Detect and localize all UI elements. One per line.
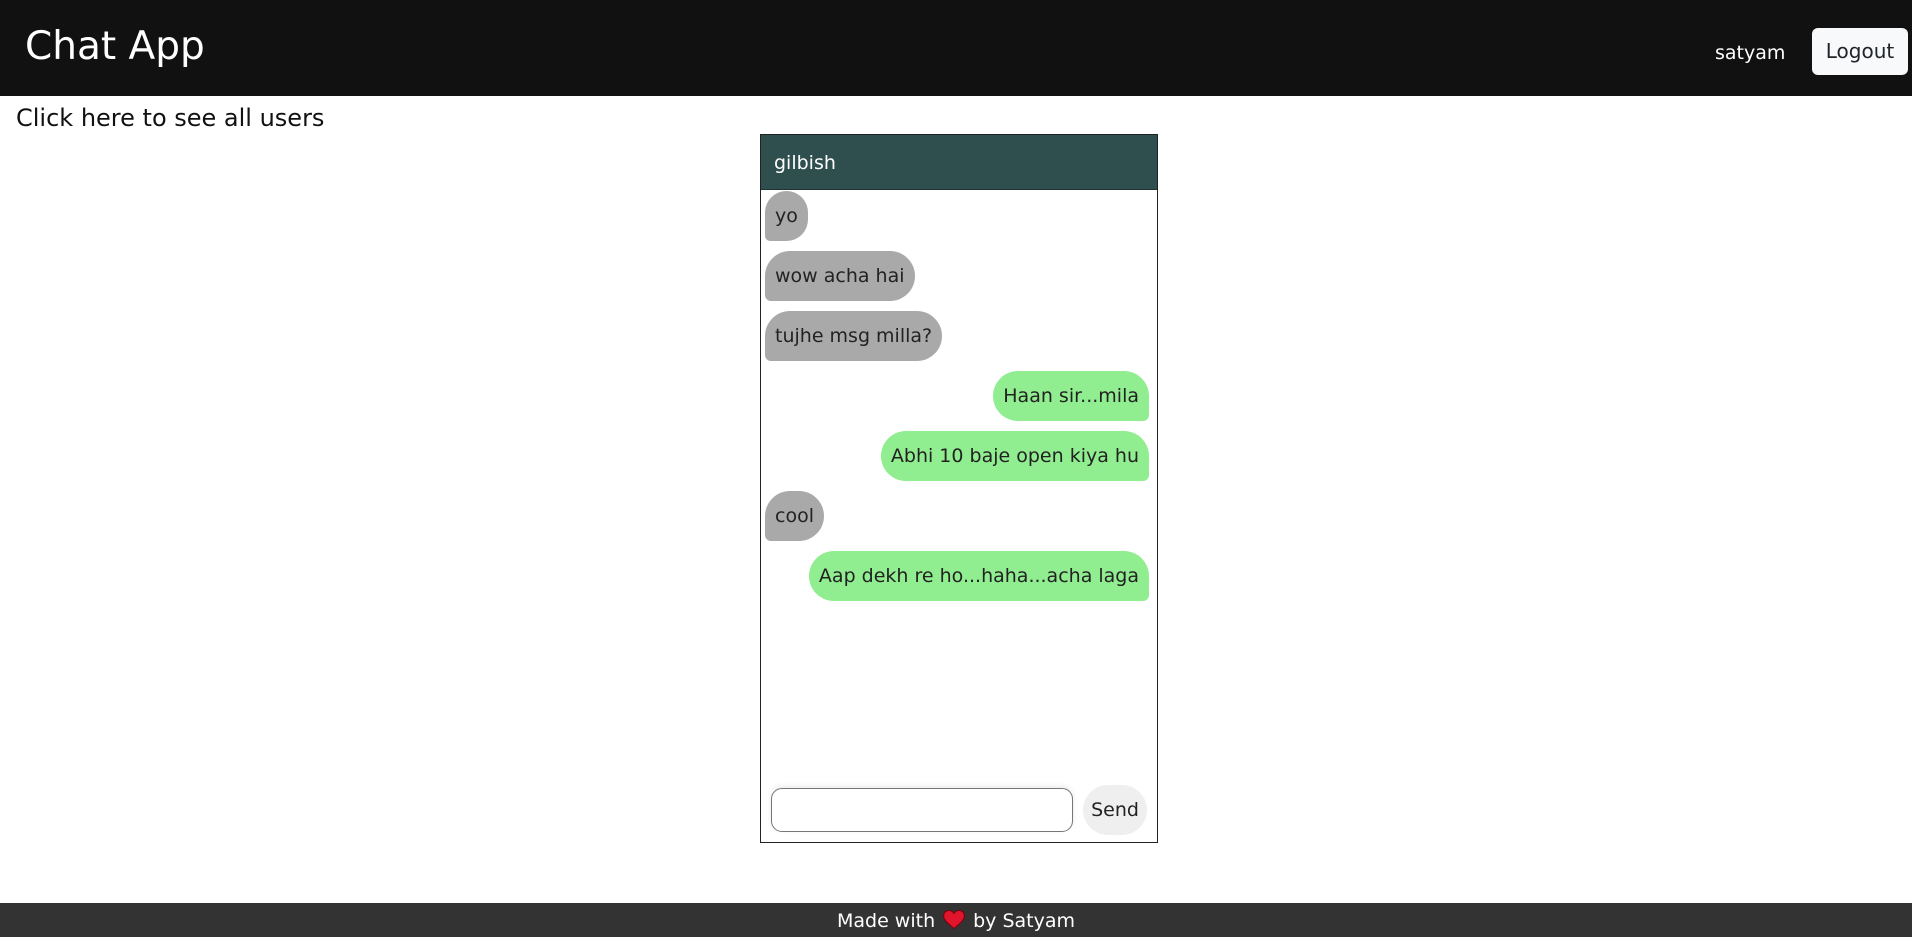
message-outgoing: Haan sir...mila [993,371,1149,421]
message-incoming: tujhe msg milla? [765,311,943,361]
send-button[interactable]: Send [1083,785,1147,835]
footer: Made with by Satyam [0,903,1912,937]
logout-button[interactable]: Logout [1812,28,1908,75]
app-brand[interactable]: Chat App [25,24,205,70]
chat-window: gilbish yo wow acha hai tujhe msg milla?… [760,134,1158,843]
message-incoming: cool [765,491,824,541]
heart-icon [943,905,966,941]
footer-prefix: Made with [836,910,936,932]
current-username: satyam [1715,42,1786,64]
message-incoming: wow acha hai [765,251,915,301]
navbar: Chat App satyam Logout [0,0,1912,96]
chat-header: gilbish [761,135,1157,190]
message-outgoing: Abhi 10 baje open kiya hu [880,431,1149,481]
all-users-link[interactable]: Click here to see all users [16,103,324,133]
message-input[interactable] [771,788,1073,832]
footer-suffix: by Satyam [973,910,1076,932]
footer-credit: Made with by Satyam [0,903,1912,937]
message-incoming: yo [765,191,808,241]
message-outgoing: Aap dekh re ho...haha...acha laga [808,551,1149,601]
chat-contact-name: gilbish [774,152,836,174]
